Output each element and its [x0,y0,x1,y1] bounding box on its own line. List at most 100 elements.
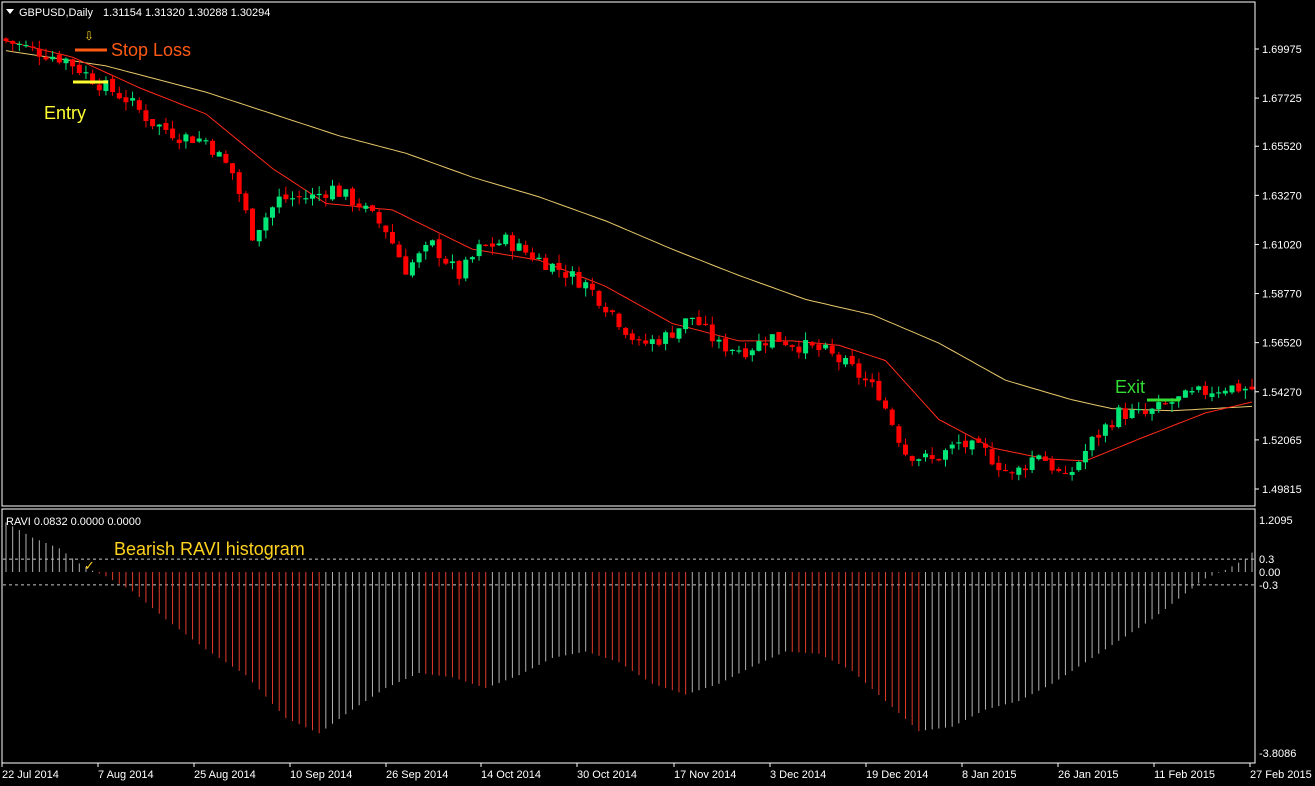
candle [276,188,282,214]
candle [263,212,269,239]
candle-body [529,252,535,260]
candle-body [296,196,302,198]
price-axis-label: 1.69975 [1262,44,1302,56]
candle-body [876,380,882,401]
candle-body [36,48,42,57]
candle [1236,379,1242,393]
candle-body [170,128,176,139]
symbol-dropdown-icon[interactable] [6,9,14,14]
candle [449,254,455,270]
candle [1082,443,1088,470]
candle-body [376,212,382,224]
candle [216,150,222,157]
candle [443,255,449,265]
candle-body [70,59,76,67]
candle [210,138,216,158]
candle-body [976,438,982,443]
candle-body [783,341,789,346]
candle [156,123,162,136]
candle [3,37,9,44]
candle-body [709,324,715,342]
candle-body [916,459,922,461]
candle [909,455,915,467]
symbol-label[interactable]: GBPUSD,Daily [19,7,93,19]
candle-body [523,244,529,253]
date-axis-label: 26 Jan 2015 [1058,769,1119,781]
candle [863,371,868,387]
candle [576,266,582,289]
candle [250,207,255,242]
date-axis-label: 27 Feb 2015 [1250,769,1312,781]
candle-body [409,262,415,276]
candle-body [836,354,842,363]
candle [76,60,82,76]
candle-body [589,283,595,290]
candle [310,187,315,206]
candle-body [1056,468,1062,472]
candle-body [1069,472,1075,475]
candle-body [130,98,136,101]
candle-body [3,38,9,41]
candle-body [303,198,309,200]
candle [943,448,948,467]
candle-body [1196,386,1202,390]
candle-body [443,258,449,264]
candle [1229,385,1235,395]
candle [1096,429,1102,447]
candle [789,344,795,352]
candle [476,239,482,261]
candle [1122,402,1128,426]
candle [643,333,649,346]
candle [896,423,902,448]
date-axis-label: 10 Sep 2014 [290,769,352,781]
price-axis-label: 1.54270 [1262,387,1302,399]
candle-body [150,119,156,127]
candle [496,239,502,246]
candle [569,266,575,285]
candle-body [923,453,928,458]
candle-body [483,244,489,246]
candle-body [1122,408,1128,419]
candle [629,329,635,345]
candle-body [263,217,269,231]
candle-body [429,240,435,246]
candle [83,65,89,80]
date-axis-label: 22 Jul 2014 [2,769,59,781]
candle [1089,435,1095,457]
candle-body [236,172,242,194]
candle-body [1009,472,1015,474]
candle [110,74,116,96]
candle [536,253,542,260]
candle-body [10,40,16,44]
candle-body [350,188,355,206]
candle [523,240,529,256]
candle-body [1216,392,1222,394]
candle-body [563,272,569,278]
candle-body [176,139,182,143]
candle [203,137,209,145]
candle-body [989,449,995,465]
candle-body [703,323,709,325]
candle [776,331,782,343]
candle [376,208,382,229]
candle [469,256,475,263]
candle [596,289,602,309]
date-axis-label: 8 Jan 2015 [962,769,1016,781]
candle [1003,463,1008,472]
candle [889,407,895,427]
candle-body [403,256,409,275]
ravi-indicator-label: RAVI 0.0832 0.0000 0.0000 [6,516,141,528]
candle [150,118,156,130]
candle [436,234,442,267]
candle [856,358,862,385]
candle [330,179,335,201]
candle-body [969,440,975,450]
candle-body [50,56,56,60]
candle-body [156,124,162,127]
candle-body [1116,407,1122,427]
candle [609,309,615,316]
candle [116,86,122,100]
candle-body [616,313,622,328]
candle-body [809,342,815,346]
candle-body [196,138,202,142]
